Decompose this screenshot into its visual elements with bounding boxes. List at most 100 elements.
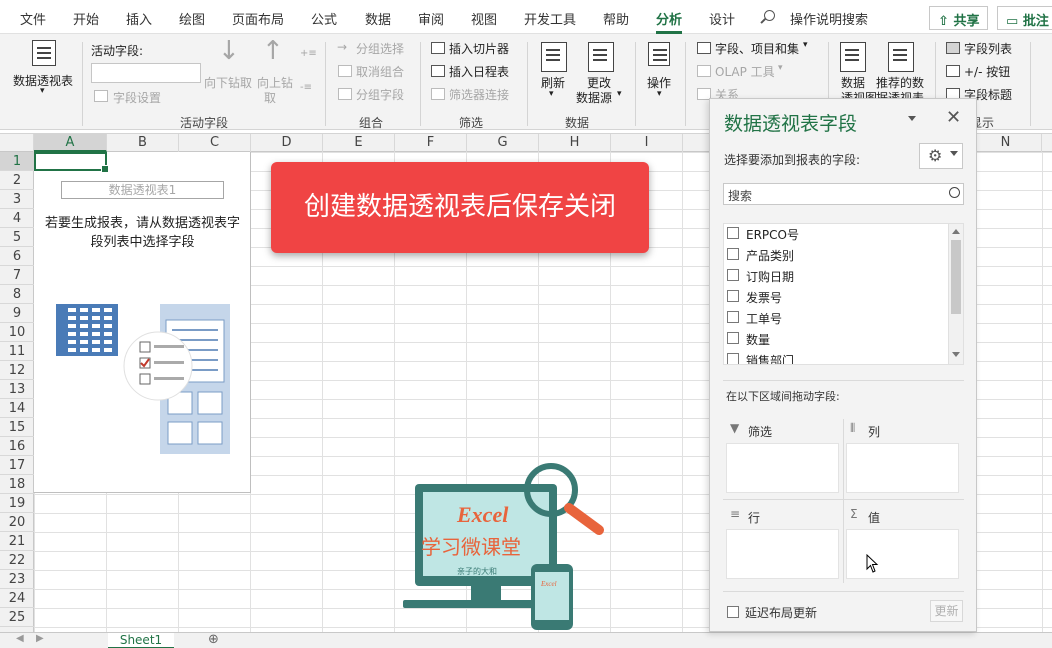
row-header[interactable]: 10 <box>0 323 34 342</box>
row-header[interactable]: 15 <box>0 418 34 437</box>
row-header[interactable]: 22 <box>0 551 34 570</box>
row-header[interactable]: 18 <box>0 475 34 494</box>
tab-data[interactable]: 数据 <box>365 9 391 28</box>
update-button[interactable]: 更新 <box>930 600 963 622</box>
row-header[interactable]: 13 <box>0 380 34 399</box>
field-list-scrollbar[interactable] <box>948 224 963 364</box>
column-header[interactable]: E <box>323 134 395 152</box>
tell-me-search[interactable]: 操作说明搜索 <box>790 9 868 28</box>
row-header[interactable]: 1 <box>0 152 34 171</box>
row-header[interactable]: 11 <box>0 342 34 361</box>
field-item[interactable]: 数量 <box>726 329 946 349</box>
row-header[interactable]: 7 <box>0 266 34 285</box>
scroll-right-icon[interactable]: ▶ <box>36 633 44 644</box>
tab-home[interactable]: 开始 <box>73 9 99 28</box>
field-item[interactable]: ERPCO号 <box>726 224 946 244</box>
ungroup-button[interactable]: 取消组合 <box>356 63 404 80</box>
tab-analyze[interactable]: 分析 <box>656 9 683 34</box>
field-item[interactable]: 工单号 <box>726 308 946 328</box>
group-selection-button[interactable]: 分组选择 <box>356 40 404 57</box>
field-checkbox[interactable] <box>727 311 739 323</box>
tab-review[interactable]: 审阅 <box>418 9 444 28</box>
values-drop-zone[interactable] <box>846 529 959 579</box>
column-header[interactable]: H <box>539 134 611 152</box>
row-header[interactable]: 17 <box>0 456 34 475</box>
plus-minus-buttons-toggle[interactable]: +/- 按钮 <box>964 63 1010 80</box>
row-header[interactable]: 14 <box>0 399 34 418</box>
group-field-button[interactable]: 分组字段 <box>356 86 404 103</box>
fields-items-sets-button[interactable]: 字段、项目和集 <box>715 40 799 57</box>
row-header[interactable]: 19 <box>0 494 34 513</box>
collapse-field-icon[interactable]: -≡ <box>300 82 312 93</box>
active-cell-a1[interactable] <box>34 152 109 173</box>
row-header[interactable]: 24 <box>0 589 34 608</box>
row-header[interactable]: 4 <box>0 209 34 228</box>
tab-design[interactable]: 设计 <box>709 9 735 28</box>
column-header[interactable]: A <box>34 134 107 152</box>
field-search-input[interactable]: 搜索 <box>723 183 964 205</box>
add-sheet-icon[interactable]: ⊕ <box>208 632 219 647</box>
scroll-up-icon[interactable] <box>952 229 960 234</box>
field-checkbox[interactable] <box>727 332 739 344</box>
column-header[interactable]: C <box>179 134 251 152</box>
tab-formulas[interactable]: 公式 <box>311 9 337 28</box>
close-icon[interactable]: ✕ <box>946 107 961 128</box>
filters-drop-zone[interactable] <box>726 443 839 493</box>
field-item[interactable]: 销售部门 <box>726 350 946 364</box>
pane-options-icon[interactable] <box>908 116 916 121</box>
row-header[interactable]: 20 <box>0 513 34 532</box>
row-header[interactable]: 25 <box>0 608 34 627</box>
active-field-input[interactable] <box>91 63 201 83</box>
field-checkbox[interactable] <box>727 227 739 239</box>
row-header[interactable]: 23 <box>0 570 34 589</box>
column-header[interactable]: D <box>251 134 323 152</box>
sheet-tab-sheet1[interactable]: Sheet1 <box>108 633 174 648</box>
row-header[interactable]: 3 <box>0 190 34 209</box>
column-header[interactable]: I <box>611 134 683 152</box>
field-checkbox[interactable] <box>727 269 739 281</box>
field-item[interactable]: 产品类别 <box>726 245 946 265</box>
comments-button[interactable]: ▭ 批注 <box>997 6 1052 30</box>
field-checkbox[interactable] <box>727 290 739 302</box>
field-checkbox[interactable] <box>727 248 739 260</box>
columns-drop-zone[interactable] <box>846 443 959 493</box>
column-header[interactable]: N <box>970 134 1042 152</box>
tab-developer[interactable]: 开发工具 <box>524 9 576 28</box>
field-item[interactable]: 订购日期 <box>726 266 946 286</box>
expand-field-icon[interactable]: +≡ <box>300 48 317 59</box>
tab-view[interactable]: 视图 <box>471 9 497 28</box>
row-header[interactable]: 16 <box>0 437 34 456</box>
field-settings-button[interactable]: 字段设置 <box>113 89 161 106</box>
tab-file[interactable]: 文件 <box>20 9 46 28</box>
row-header[interactable]: 12 <box>0 361 34 380</box>
row-header[interactable]: 9 <box>0 304 34 323</box>
column-header[interactable]: B <box>107 134 179 152</box>
insert-timeline-button[interactable]: 插入日程表 <box>449 63 509 80</box>
scroll-down-icon[interactable] <box>952 352 960 357</box>
defer-update-checkbox[interactable] <box>727 606 739 618</box>
tab-insert[interactable]: 插入 <box>126 9 152 28</box>
scroll-left-icon[interactable]: ◀ <box>16 633 24 644</box>
tab-page-layout[interactable]: 页面布局 <box>232 9 284 28</box>
field-item[interactable]: 发票号 <box>726 287 946 307</box>
field-checkbox[interactable] <box>727 353 739 364</box>
drill-down-button[interactable]: 向下钻取 <box>204 74 252 91</box>
column-header[interactable]: F <box>395 134 467 152</box>
tab-help[interactable]: 帮助 <box>603 9 629 28</box>
share-button[interactable]: ⇧ 共享 <box>929 6 989 30</box>
tools-button[interactable]: ⚙ <box>919 143 963 169</box>
column-header[interactable]: G <box>467 134 539 152</box>
rows-drop-zone[interactable] <box>726 529 839 579</box>
olap-tools-button[interactable]: OLAP 工具 <box>715 63 775 80</box>
row-header[interactable]: 5 <box>0 228 34 247</box>
row-header[interactable]: 21 <box>0 532 34 551</box>
field-list-toggle[interactable]: 字段列表 <box>964 40 1012 57</box>
tab-draw[interactable]: 绘图 <box>179 9 205 28</box>
select-all-corner[interactable] <box>0 134 34 152</box>
insert-slicer-button[interactable]: 插入切片器 <box>449 40 509 57</box>
row-header[interactable]: 8 <box>0 285 34 304</box>
row-header[interactable]: 6 <box>0 247 34 266</box>
scrollbar-thumb[interactable] <box>951 240 961 314</box>
filter-connections-button[interactable]: 筛选器连接 <box>449 86 509 103</box>
row-header[interactable]: 2 <box>0 171 34 190</box>
